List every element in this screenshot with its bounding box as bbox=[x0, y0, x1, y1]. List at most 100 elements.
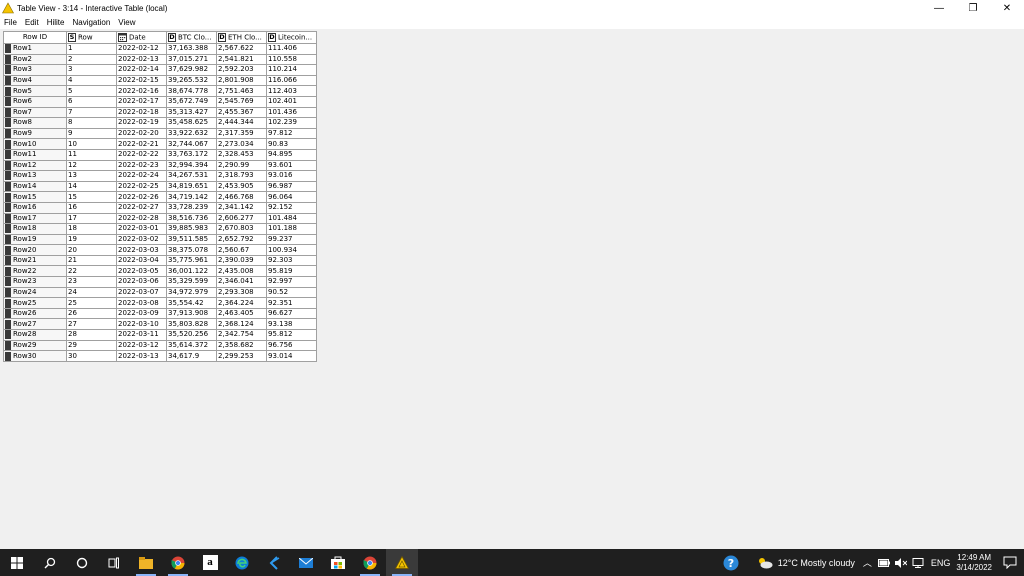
table-row[interactable]: Row24 24 2022-03-07 34,972.979 2,293.308 90.5… bbox=[3, 286, 317, 299]
knime-icon[interactable] bbox=[386, 549, 418, 576]
menu-hilite[interactable]: Hilite bbox=[47, 18, 65, 27]
row-cell[interactable]: 2 bbox=[66, 53, 117, 66]
table-row[interactable]: Row21 21 2022-03-04 35,775.961 2,390.039 92.3… bbox=[3, 254, 317, 267]
language-indicator[interactable]: ENG bbox=[931, 558, 951, 568]
eth-close-cell[interactable]: 2,545.769 bbox=[216, 95, 267, 108]
table-row[interactable]: Row20 20 2022-03-03 38,375.078 2,560.67 100.9… bbox=[3, 244, 317, 256]
chevron-up-icon[interactable]: ︿ bbox=[863, 556, 872, 569]
row-id-cell[interactable]: Row28 bbox=[3, 329, 67, 341]
litecoin-cell[interactable]: 102.401 bbox=[266, 95, 317, 108]
date-cell[interactable]: 2022-02-22 bbox=[116, 148, 167, 161]
btc-close-cell[interactable]: 38,375.078 bbox=[166, 244, 217, 256]
row-cell[interactable]: 9 bbox=[66, 127, 117, 140]
litecoin-cell[interactable]: 93.016 bbox=[266, 170, 317, 182]
store-icon[interactable] bbox=[322, 549, 354, 576]
date-cell[interactable]: 2022-03-01 bbox=[116, 223, 167, 235]
btc-close-cell[interactable]: 36,001.122 bbox=[166, 265, 217, 278]
row-id-cell[interactable]: Row22 bbox=[3, 265, 67, 278]
row-cell[interactable]: 27 bbox=[66, 318, 117, 331]
litecoin-cell[interactable]: 101.484 bbox=[266, 212, 317, 225]
litecoin-cell[interactable]: 97.812 bbox=[266, 127, 317, 140]
windows-start-icon[interactable] bbox=[0, 549, 34, 576]
row-id-cell[interactable]: Row26 bbox=[3, 307, 67, 320]
btc-close-cell[interactable]: 38,674.778 bbox=[166, 85, 217, 97]
row-cell[interactable]: 20 bbox=[66, 244, 117, 256]
row-cell[interactable]: 17 bbox=[66, 212, 117, 225]
table-row[interactable]: Row14 14 2022-02-25 34,819.651 2,453.905 96.9… bbox=[3, 180, 317, 193]
table-row[interactable]: Row9 9 2022-02-20 33,922.632 2,317.359 97.812 bbox=[3, 127, 317, 140]
date-cell[interactable]: 2022-02-23 bbox=[116, 159, 167, 172]
menu-edit[interactable]: Edit bbox=[25, 18, 39, 27]
table-row[interactable]: Row16 16 2022-02-27 33,728.239 2,341.142 92.1… bbox=[3, 201, 317, 214]
date-cell[interactable]: 2022-02-21 bbox=[116, 138, 167, 150]
edge-icon[interactable] bbox=[226, 549, 258, 576]
row-cell[interactable]: 21 bbox=[66, 254, 117, 267]
date-cell[interactable]: 2022-02-15 bbox=[116, 74, 167, 87]
chrome-profile-icon[interactable] bbox=[354, 549, 386, 576]
eth-close-cell[interactable]: 2,652.792 bbox=[216, 233, 267, 246]
row-cell[interactable]: 22 bbox=[66, 265, 117, 278]
btc-close-cell[interactable]: 37,015.271 bbox=[166, 53, 217, 66]
date-cell[interactable]: 2022-02-28 bbox=[116, 212, 167, 225]
row-cell[interactable]: 7 bbox=[66, 106, 117, 119]
litecoin-cell[interactable]: 110.214 bbox=[266, 64, 317, 76]
table-row[interactable]: Row5 5 2022-02-16 38,674.778 2,751.463 112.40… bbox=[3, 85, 317, 97]
litecoin-cell[interactable]: 96.756 bbox=[266, 339, 317, 352]
table-row[interactable]: Row1 1 2022-02-12 37,163.388 2,567.622 111.40… bbox=[3, 43, 317, 55]
row-id-cell[interactable]: Row9 bbox=[3, 127, 67, 140]
clock[interactable]: 12:49 AM 3/14/2022 bbox=[956, 553, 992, 573]
eth-close-cell[interactable]: 2,444.344 bbox=[216, 117, 267, 129]
row-id-cell[interactable]: Row25 bbox=[3, 297, 67, 309]
table-row[interactable]: Row22 22 2022-03-05 36,001.122 2,435.008 95.8… bbox=[3, 265, 317, 278]
eth-close-cell[interactable]: 2,606.277 bbox=[216, 212, 267, 225]
litecoin-cell[interactable]: 99.237 bbox=[266, 233, 317, 246]
file-explorer-icon[interactable] bbox=[130, 549, 162, 576]
btc-close-cell[interactable]: 39,885.983 bbox=[166, 223, 217, 235]
row-id-cell[interactable]: Row8 bbox=[3, 117, 67, 129]
menu-view[interactable]: View bbox=[118, 18, 135, 27]
row-id-cell[interactable]: Row17 bbox=[3, 212, 67, 225]
btc-close-cell[interactable]: 35,520.256 bbox=[166, 329, 217, 341]
litecoin-cell[interactable]: 90.52 bbox=[266, 286, 317, 299]
btc-close-cell[interactable]: 37,163.388 bbox=[166, 43, 217, 55]
row-id-cell[interactable]: Row23 bbox=[3, 276, 67, 288]
date-cell[interactable]: 2022-02-24 bbox=[116, 170, 167, 182]
table-row[interactable]: Row3 3 2022-02-14 37,629.982 2,592.203 110.21… bbox=[3, 64, 317, 76]
btc-close-cell[interactable]: 33,922.632 bbox=[166, 127, 217, 140]
speaker-muted-icon[interactable] bbox=[894, 557, 907, 568]
litecoin-cell[interactable]: 92.997 bbox=[266, 276, 317, 288]
litecoin-cell[interactable]: 111.406 bbox=[266, 43, 317, 55]
btc-close-cell[interactable]: 34,617.9 bbox=[166, 350, 217, 362]
litecoin-cell[interactable]: 92.303 bbox=[266, 254, 317, 267]
row-cell[interactable]: 28 bbox=[66, 329, 117, 341]
eth-close-cell[interactable]: 2,751.463 bbox=[216, 85, 267, 97]
row-cell[interactable]: 10 bbox=[66, 138, 117, 150]
chrome-icon[interactable] bbox=[162, 549, 194, 576]
date-cell[interactable]: 2022-03-13 bbox=[116, 350, 167, 362]
btc-close-cell[interactable]: 34,819.651 bbox=[166, 180, 217, 193]
litecoin-cell[interactable]: 95.812 bbox=[266, 329, 317, 341]
row-id-cell[interactable]: Row11 bbox=[3, 148, 67, 161]
row-id-cell[interactable]: Row29 bbox=[3, 339, 67, 352]
row-cell[interactable]: 26 bbox=[66, 307, 117, 320]
table-row[interactable]: Row27 27 2022-03-10 35,803.828 2,368.124 93.1… bbox=[3, 318, 317, 331]
btc-close-cell[interactable]: 39,265.532 bbox=[166, 74, 217, 87]
table-row[interactable]: Row23 23 2022-03-06 35,329.599 2,346.041 92.9… bbox=[3, 276, 317, 288]
row-id-cell[interactable]: Row5 bbox=[3, 85, 67, 97]
table-row[interactable]: Row13 13 2022-02-24 34,267.531 2,318.793 93.0… bbox=[3, 170, 317, 182]
column-header-eth-close[interactable]: D ETH Clo... bbox=[216, 31, 267, 44]
menu-navigation[interactable]: Navigation bbox=[72, 18, 110, 27]
date-cell[interactable]: 2022-02-19 bbox=[116, 117, 167, 129]
column-header-row[interactable]: S Row bbox=[66, 31, 117, 44]
litecoin-cell[interactable]: 100.934 bbox=[266, 244, 317, 256]
eth-close-cell[interactable]: 2,466.768 bbox=[216, 191, 267, 203]
date-cell[interactable]: 2022-03-03 bbox=[116, 244, 167, 256]
btc-close-cell[interactable]: 39,511.585 bbox=[166, 233, 217, 246]
litecoin-cell[interactable]: 93.138 bbox=[266, 318, 317, 331]
minimize-button[interactable]: — bbox=[922, 0, 956, 16]
eth-close-cell[interactable]: 2,318.793 bbox=[216, 170, 267, 182]
row-id-cell[interactable]: Row24 bbox=[3, 286, 67, 299]
table-row[interactable]: Row12 12 2022-02-23 32,994.394 2,290.99 93.60… bbox=[3, 159, 317, 172]
row-id-cell[interactable]: Row19 bbox=[3, 233, 67, 246]
eth-close-cell[interactable]: 2,342.754 bbox=[216, 329, 267, 341]
